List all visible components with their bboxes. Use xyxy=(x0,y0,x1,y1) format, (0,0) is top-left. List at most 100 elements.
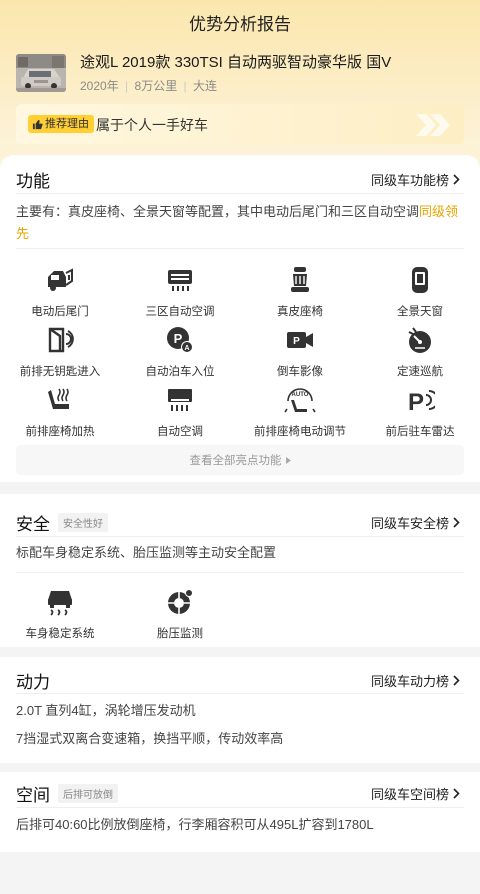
space-title-text: 空间 xyxy=(16,786,50,805)
divider xyxy=(16,572,464,573)
double-chevron-icon xyxy=(416,114,450,136)
feature-item: 三区自动空调 xyxy=(120,265,240,319)
cruise-control-icon xyxy=(408,327,431,353)
space-title: 空间 后排可放倒 xyxy=(16,781,118,806)
function-rank-link[interactable]: 同级车功能榜 xyxy=(371,170,460,189)
space-rank-link[interactable]: 同级车空间榜 xyxy=(371,784,460,803)
space-rank-label: 同级车空间榜 xyxy=(370,787,449,802)
svg-text:A: A xyxy=(184,345,189,352)
feature-item: 自动空调 xyxy=(120,385,240,439)
chevron-right-icon xyxy=(453,675,460,686)
power-seat-icon: AUTO xyxy=(284,388,316,413)
auto-ac-icon xyxy=(168,389,192,411)
svg-text:P: P xyxy=(174,331,183,346)
feature-label: 三区自动空调 xyxy=(145,306,215,318)
safety-description: 标配车身稳定系统、胎压监测等主动安全配置 xyxy=(16,545,277,560)
power-title: 动力 xyxy=(16,668,50,693)
car-mileage: 8万公里 xyxy=(134,79,178,93)
keyless-entry-icon xyxy=(48,327,74,353)
power-engine: 2.0T 直列4缸，涡轮增压发动机 xyxy=(16,703,196,718)
report-header: 优势分析报告 途观L 2019款 330TSI 自动两驱智动豪华版 国V 202… xyxy=(0,0,480,175)
chevron-right-icon xyxy=(453,517,460,528)
recommend-reason-text: 属于个人一手好车 xyxy=(96,117,208,133)
power-section: 动力 同级车动力榜 2.0T 直列4缸，涡轮增压发动机 7挡湿式双离合变速箱，换… xyxy=(0,657,480,763)
divider xyxy=(16,693,464,694)
feature-label: 前排座椅加热 xyxy=(25,426,95,438)
leather-seat-icon xyxy=(291,267,309,292)
function-description: 主要有：真皮座椅、全景天窗等配置，其中电动后尾门和三区自动空调同级领先 xyxy=(16,201,464,245)
auto-parking-icon: PA xyxy=(167,327,193,353)
car-meta: 2020年 | 8万公里 | 大连 xyxy=(80,77,217,94)
svg-text:P: P xyxy=(293,336,300,347)
feature-item: PA 自动泊车入位 xyxy=(120,325,240,379)
space-description: 后排可40:60比例放倒座椅，行李厢容积可从495L扩容到1780L xyxy=(16,817,374,832)
feature-label: 电动后尾门 xyxy=(31,306,89,318)
caret-right-icon xyxy=(285,456,291,464)
space-section: 空间 后排可放倒 同级车空间榜 后排可40:60比例放倒座椅，行李厢容积可从49… xyxy=(0,772,480,852)
divider xyxy=(16,807,464,808)
tire-pressure-icon xyxy=(168,589,193,614)
safety-title: 安全 安全性好 xyxy=(16,510,108,535)
tailgate-icon xyxy=(48,268,73,291)
feature-item: 电动后尾门 xyxy=(0,265,120,319)
feature-label: 自动空调 xyxy=(157,426,203,438)
space-tag: 后排可放倒 xyxy=(58,784,118,803)
seat-heating-icon xyxy=(48,388,69,409)
reverse-camera-icon: P xyxy=(287,332,313,348)
thumbs-up-icon xyxy=(32,119,43,129)
feature-label: 自动泊车入位 xyxy=(145,366,215,378)
function-title-text: 功能 xyxy=(16,172,50,191)
feature-label: 胎压监测 xyxy=(157,628,203,640)
view-all-features-button[interactable]: 查看全部亮点功能 xyxy=(16,445,464,475)
safety-title-text: 安全 xyxy=(16,515,50,534)
power-transmission: 7挡湿式双离合变速箱，换挡平顺，传动效率高 xyxy=(16,731,284,746)
feature-item: 真皮座椅 xyxy=(240,265,360,319)
chevron-right-icon xyxy=(453,788,460,799)
recommend-reason-card: 推荐理由 属于个人一手好车 xyxy=(16,104,464,144)
divider xyxy=(16,536,464,537)
feature-item: 定速巡航 xyxy=(360,325,480,379)
svg-text:P: P xyxy=(408,389,424,414)
chevron-right-icon xyxy=(453,174,460,185)
safety-rank-label: 同级车安全榜 xyxy=(370,516,449,531)
feature-label: 前后驻车雷达 xyxy=(385,426,455,438)
safety-tag: 安全性好 xyxy=(58,513,108,532)
feature-label: 倒车影像 xyxy=(277,366,323,378)
feature-label: 前排座椅电动调节 xyxy=(254,426,346,438)
feature-item: P 倒车影像 xyxy=(240,325,360,379)
meta-separator: | xyxy=(183,79,187,93)
car-thumbnail xyxy=(16,54,66,92)
divider xyxy=(16,248,464,249)
power-title-text: 动力 xyxy=(16,673,50,692)
safety-section: 安全 安全性好 同级车安全榜 标配车身稳定系统、胎压监测等主动安全配置 车身稳定… xyxy=(0,494,480,647)
feature-label: 全景天窗 xyxy=(397,306,443,318)
page-title: 优势分析报告 xyxy=(189,15,291,34)
feature-label: 真皮座椅 xyxy=(277,306,323,318)
svg-text:AUTO: AUTO xyxy=(292,392,309,398)
stability-control-icon xyxy=(48,591,72,616)
climate-icon xyxy=(168,270,192,291)
power-rank-link[interactable]: 同级车动力榜 xyxy=(371,671,460,690)
divider xyxy=(16,193,464,194)
recommend-reason-tag-label: 推荐理由 xyxy=(45,118,89,130)
car-city: 大连 xyxy=(193,79,218,93)
function-section: 功能 同级车功能榜 主要有：真皮座椅、全景天窗等配置，其中电动后尾门和三区自动空… xyxy=(0,155,480,482)
feature-item: 全景天窗 xyxy=(360,265,480,319)
car-year: 2020年 xyxy=(80,79,119,93)
sunroof-icon xyxy=(412,267,428,293)
feature-item: 前排无钥匙进入 xyxy=(0,325,120,379)
meta-separator: | xyxy=(125,79,129,93)
safety-rank-link[interactable]: 同级车安全榜 xyxy=(371,513,460,532)
function-rank-label: 同级车功能榜 xyxy=(370,173,449,188)
feature-label: 定速巡航 xyxy=(397,366,443,378)
parking-radar-icon: P xyxy=(408,389,435,414)
feature-label: 前排无钥匙进入 xyxy=(19,366,101,378)
feature-item: 胎压监测 xyxy=(120,587,240,641)
function-desc-text: 主要有：真皮座椅、全景天窗等配置，其中电动后尾门和三区自动空调 xyxy=(16,204,420,219)
car-name: 途观L 2019款 330TSI 自动两驱智动豪华版 国V xyxy=(80,54,392,71)
function-title: 功能 xyxy=(16,167,50,192)
recommend-reason-tag: 推荐理由 xyxy=(28,115,94,133)
power-rank-label: 同级车动力榜 xyxy=(370,674,449,689)
feature-item: AUTO 前排座椅电动调节 xyxy=(240,385,360,439)
feature-label: 车身稳定系统 xyxy=(25,628,95,640)
